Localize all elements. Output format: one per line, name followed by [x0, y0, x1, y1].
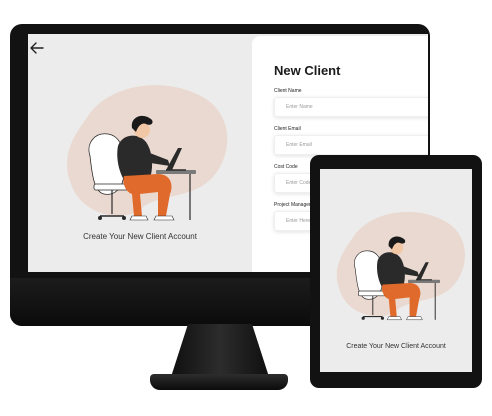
- hero-caption: Create Your New Client Account: [83, 232, 197, 241]
- shoe-right: [129, 215, 149, 221]
- client-email-input[interactable]: Enter Email: [274, 135, 428, 155]
- monitor-stand-neck: [170, 324, 270, 380]
- tablet-person-illustration: [336, 211, 465, 321]
- monitor-stand-base: [150, 374, 288, 390]
- person-at-laptop-illustration: [66, 85, 228, 221]
- form-title: New Client: [274, 63, 341, 78]
- client-name-label: Client Name: [274, 88, 302, 94]
- client-email-label: Client Email: [274, 126, 301, 132]
- tablet-device: Create Your New Client Account: [310, 155, 482, 388]
- shoe-left: [406, 316, 423, 321]
- tablet-caption: Create Your New Client Account: [346, 343, 446, 350]
- shoe-left: [153, 215, 175, 221]
- client-name-input[interactable]: Enter Name: [274, 97, 428, 117]
- tablet-screen: Create Your New Client Account: [320, 169, 472, 372]
- arrow-left-icon[interactable]: [30, 42, 44, 54]
- project-manager-label: Project Manager: [274, 202, 311, 208]
- cost-code-label: Cost Code: [274, 164, 298, 170]
- shoe-right: [386, 316, 402, 321]
